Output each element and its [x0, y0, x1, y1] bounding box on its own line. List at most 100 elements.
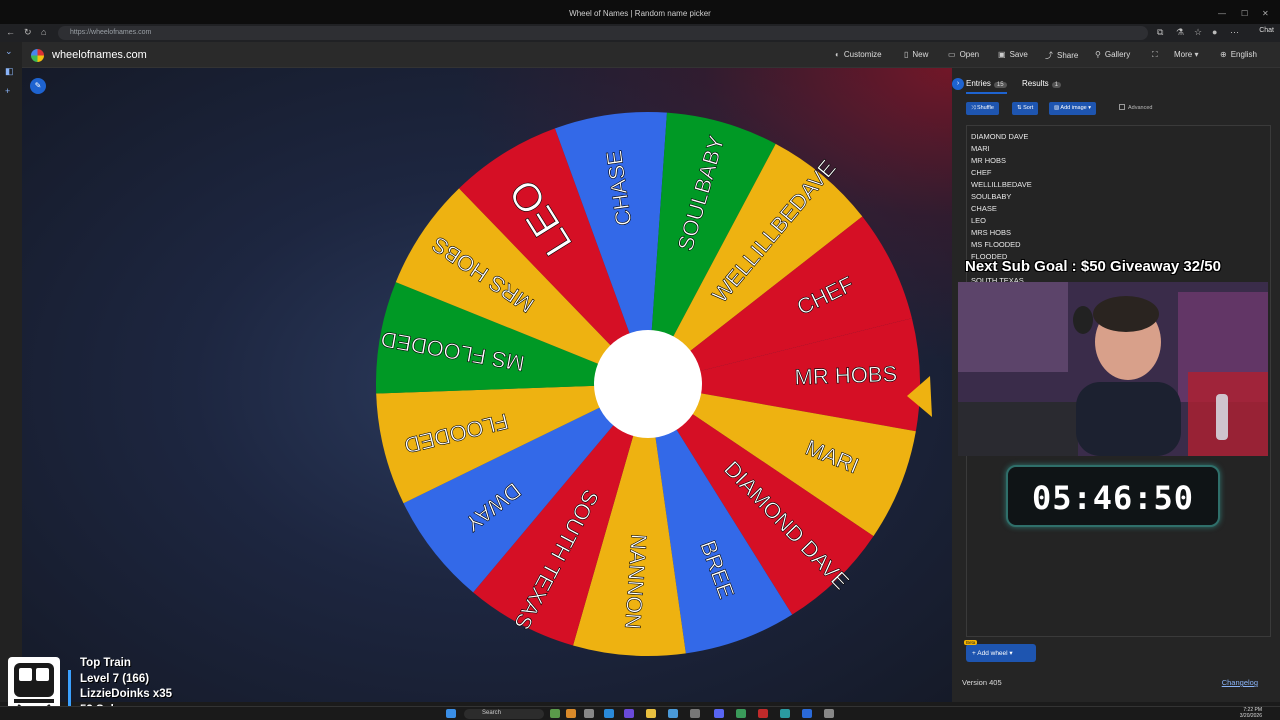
flask-icon[interactable]: ⚗	[1176, 27, 1184, 38]
app-header: wheelofnames.com ◐ Customize ▯ New ▭ Open ▣…	[22, 42, 1280, 68]
taskbar-clock[interactable]: 7:22 PM 3/20/2026	[1240, 707, 1262, 719]
save-button[interactable]: ▣ Save	[998, 50, 1028, 59]
open-label: Open	[959, 50, 980, 59]
minimize-icon[interactable]: —	[1218, 9, 1226, 18]
app-icon[interactable]	[802, 709, 812, 718]
chevron-down-icon: ▾	[1086, 105, 1092, 111]
list-item: WELLILLBEDAVE	[971, 180, 1032, 189]
maximize-icon[interactable]: ☐	[1241, 9, 1248, 18]
train-level: Level 7 (166)	[80, 672, 150, 685]
taskbar-search[interactable]: Search	[464, 709, 544, 719]
webcam-image	[958, 282, 1268, 456]
home-icon[interactable]: ⌂	[41, 27, 46, 37]
add-wheel-label: Add wheel	[977, 650, 1008, 657]
app-icon[interactable]	[736, 709, 746, 718]
folder-icon: ▭	[948, 50, 956, 59]
speaker-icon[interactable]: ◧	[5, 66, 14, 77]
clock-date: 3/20/2026	[1239, 713, 1262, 719]
taskbar: Search 7:22 PM 3/20/2026	[0, 706, 1280, 720]
chevron-down-icon[interactable]: ⌄	[5, 46, 13, 57]
changelog-link[interactable]: Changelog	[1222, 678, 1258, 687]
webcam-feed	[958, 282, 1268, 456]
app-icon[interactable]	[690, 709, 700, 718]
customize-label: Customize	[843, 50, 882, 59]
edge-icon[interactable]	[604, 709, 614, 718]
wheel-stage: ✎ MR HOBS MARI DIAMOND DAVE BREE NANNON SOUTH…	[22, 68, 952, 702]
browser-toolbar: ← ↻ ⌂ https://wheelofnames.com ⧉ ⚗ ☆ ● ⋯…	[0, 24, 1280, 42]
entries-count-badge: 15	[993, 82, 1007, 88]
advanced-checkbox[interactable]: Advanced	[1119, 104, 1152, 111]
version-text: Version 405	[962, 678, 1002, 687]
language-button[interactable]: ⊕ English	[1220, 50, 1257, 59]
gallery-button[interactable]: ⚲ Gallery	[1095, 50, 1130, 59]
taskbar-search-label: Search	[482, 710, 502, 716]
profile-avatar-icon[interactable]: ●	[1212, 27, 1217, 37]
new-button[interactable]: ▯ New	[904, 50, 928, 59]
chevron-down-icon: ▾	[1007, 650, 1013, 657]
sub-goal-overlay: Next Sub Goal : $50 Giveaway 32/50	[965, 258, 1221, 275]
more-button[interactable]: More ▾	[1174, 50, 1202, 59]
train-title: Top Train	[80, 657, 131, 669]
app-icon[interactable]	[780, 709, 790, 718]
list-item: MARI	[971, 144, 990, 153]
fullscreen-button[interactable]: ⛶	[1152, 50, 1162, 60]
search-icon: ⚲	[1095, 50, 1101, 59]
list-item: SOULBABY	[971, 192, 1012, 201]
back-icon[interactable]: ←	[6, 27, 15, 37]
results-count-badge: 1	[1051, 82, 1062, 88]
share-icon: ⤴	[1045, 51, 1053, 60]
palette-icon: ◐	[835, 50, 840, 59]
folder-icon[interactable]	[646, 709, 656, 718]
open-button[interactable]: ▭ Open	[948, 50, 979, 59]
share-button[interactable]: ⤴ Share	[1045, 50, 1078, 61]
fullscreen-icon: ⛶	[1152, 50, 1158, 59]
app-icon[interactable]	[758, 709, 768, 718]
list-item: MS FLOODED	[971, 240, 1021, 249]
chat-button[interactable]: Chat	[1259, 27, 1274, 34]
add-wheel-button[interactable]: + Add wheel ▾	[966, 644, 1036, 662]
app-icon[interactable]	[584, 709, 594, 718]
file-icon: ▯	[904, 50, 909, 59]
site-name[interactable]: wheelofnames.com	[52, 49, 147, 61]
app-icon[interactable]	[668, 709, 678, 718]
countdown-timer-box: 05:46:50	[1006, 465, 1220, 527]
app-icon[interactable]	[566, 709, 576, 718]
wheel-slice-label: MR HOBS	[794, 361, 897, 390]
menu-dots-icon[interactable]: ⋯	[1230, 27, 1239, 38]
globe-icon: ⊕	[1220, 50, 1227, 59]
address-bar[interactable]: https://wheelofnames.com	[58, 26, 1148, 40]
wheel-logo-icon[interactable]	[31, 49, 44, 62]
list-item: MRS HOBS	[971, 228, 1012, 237]
advanced-label: Advanced	[1128, 105, 1153, 111]
star-icon[interactable]: ☆	[1194, 27, 1202, 38]
app-icon[interactable]	[624, 709, 634, 718]
train-top-contributor: LizzieDoinks x35	[80, 688, 173, 700]
customize-button[interactable]: ◐ Customize	[835, 50, 882, 59]
edit-pencil-icon[interactable]: ✎	[30, 78, 46, 94]
new-label: New	[912, 50, 929, 59]
wheel-center-hub[interactable]	[594, 330, 702, 438]
save-icon: ▣	[998, 50, 1006, 59]
tab-results[interactable]: Results 1	[1022, 79, 1062, 88]
beta-badge: Beta	[964, 640, 978, 645]
collapse-panel-icon[interactable]: ›	[952, 78, 964, 90]
add-image-button[interactable]: ▨ Add image ▾	[1049, 102, 1097, 115]
window-title: Wheel of Names | Random name picker	[569, 9, 711, 18]
checkbox-box[interactable]	[1119, 104, 1125, 110]
shuffle-button[interactable]: ⤨ Shuffle	[966, 102, 999, 115]
app-icon[interactable]	[550, 709, 560, 718]
close-icon[interactable]: ✕	[1262, 9, 1269, 18]
extensions-icon[interactable]: ⧉	[1157, 27, 1163, 38]
reload-icon[interactable]: ↻	[24, 27, 32, 38]
start-icon[interactable]	[446, 709, 456, 718]
app-icon[interactable]	[824, 709, 834, 718]
save-label: Save	[1009, 50, 1028, 59]
name-wheel[interactable]: MR HOBSMARIDIAMOND DAVEBREENANNONSOUTH T…	[374, 110, 934, 670]
tab-entries[interactable]: Entries 15	[966, 79, 1007, 94]
plus-icon[interactable]: +	[5, 86, 10, 96]
discord-icon[interactable]	[714, 709, 724, 718]
sort-button[interactable]: ⇅ Sort	[1012, 102, 1039, 115]
gallery-label: Gallery	[1104, 50, 1131, 59]
share-label: Share	[1057, 51, 1079, 60]
list-item: CHASE	[971, 204, 997, 213]
